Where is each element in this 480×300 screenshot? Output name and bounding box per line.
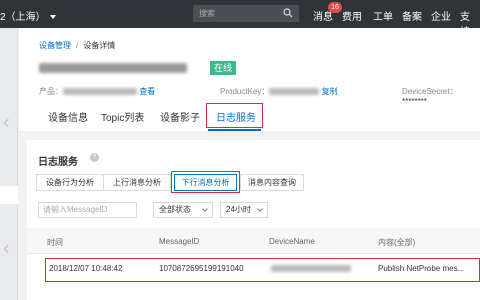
breadcrumb: 设备管理 / 设备详情 — [39, 40, 115, 51]
subtab-message-query[interactable]: 消息内容查询 — [240, 174, 304, 191]
panel-title: 日志服务 — [38, 157, 78, 168]
region-selector[interactable]: 华东2（上海） — [0, 8, 56, 23]
nav-billing[interactable]: 费用 — [342, 8, 362, 23]
sidebar-active-item[interactable] — [0, 186, 18, 204]
column-messageid: MessageID — [159, 237, 200, 246]
sidebar — [0, 28, 18, 300]
chevron-down-icon — [49, 15, 56, 20]
column-time: 时间 — [47, 238, 63, 247]
devicesecret-label: DeviceSecret： — [402, 87, 458, 96]
status-select-value: 全部状态 — [159, 205, 191, 214]
messageid-search-input[interactable]: 请输入MessageID — [38, 202, 137, 218]
subtab-device-behavior[interactable]: 设备行为分析 — [36, 174, 104, 191]
breadcrumb-separator: / — [76, 41, 79, 50]
view-product-link[interactable]: 查看 — [139, 87, 155, 96]
top-navbar: 华东2（上海） 消息 16 费用 工单 备案 企业 支持... — [0, 0, 480, 38]
chevron-icon[interactable] — [3, 118, 13, 128]
search-input[interactable] — [199, 7, 279, 20]
chevron-down-icon — [257, 206, 263, 212]
copy-productkey-link[interactable]: 复制 — [322, 87, 338, 96]
breadcrumb-device-management[interactable]: 设备管理 — [39, 41, 71, 50]
device-header: 设备管理 / 设备详情 在线 产品： 查看 ProductKey： 复制 Devic… — [19, 28, 480, 131]
region-label: 华东2（上海） — [0, 12, 46, 23]
chevron-down-icon — [202, 206, 208, 212]
column-devicename: DeviceName — [269, 237, 315, 246]
nav-filing[interactable]: 备案 — [402, 8, 422, 23]
table-header: 时间 MessageID DeviceName 内容(全部) — [27, 228, 480, 254]
time-range-select[interactable]: 24小时 — [220, 202, 268, 218]
search-icon[interactable] — [283, 8, 293, 18]
device-tabs: 设备信息 Topic列表 设备影子 日志服务 — [19, 101, 480, 131]
highlight-box — [171, 171, 240, 193]
productkey-info: ProductKey： 复制 — [220, 86, 338, 97]
log-service-panel: 日志服务 ? 设备行为分析 上行消息分析 下行消息分析 消息内容查询 请输入Me… — [27, 140, 480, 300]
tab-device-info[interactable]: 设备信息 — [48, 109, 88, 124]
status-select[interactable]: 全部状态 — [153, 202, 213, 218]
tab-device-shadow[interactable]: 设备影子 — [160, 109, 200, 124]
product-label: 产品： — [39, 87, 63, 96]
productkey-redacted — [269, 88, 320, 96]
product-name-redacted — [63, 88, 137, 96]
breadcrumb-current: 设备详情 — [83, 41, 116, 50]
product-info: 产品： 查看 — [39, 86, 155, 97]
tab-topic-list[interactable]: Topic列表 — [101, 109, 144, 124]
message-count-badge: 16 — [328, 2, 342, 13]
help-icon[interactable]: ? — [90, 153, 99, 162]
nav-enterprise[interactable]: 企业 — [431, 8, 451, 23]
nav-tickets[interactable]: 工单 — [373, 8, 393, 23]
device-name-redacted — [39, 62, 187, 74]
productkey-label: ProductKey： — [220, 87, 270, 96]
chevron-icon[interactable] — [3, 244, 13, 254]
time-select-value: 24小时 — [226, 205, 251, 214]
subtab-upstream[interactable]: 上行消息分析 — [103, 174, 171, 191]
global-search[interactable] — [193, 5, 299, 22]
active-tab-indicator — [208, 129, 261, 131]
status-badge: 在线 — [210, 61, 237, 75]
highlight-box — [45, 258, 480, 282]
highlight-box — [206, 103, 263, 128]
table-row[interactable]: 2018/12/07 10:48:42 1070872695199191040 … — [27, 254, 480, 284]
column-content: 内容(全部) — [378, 238, 416, 247]
